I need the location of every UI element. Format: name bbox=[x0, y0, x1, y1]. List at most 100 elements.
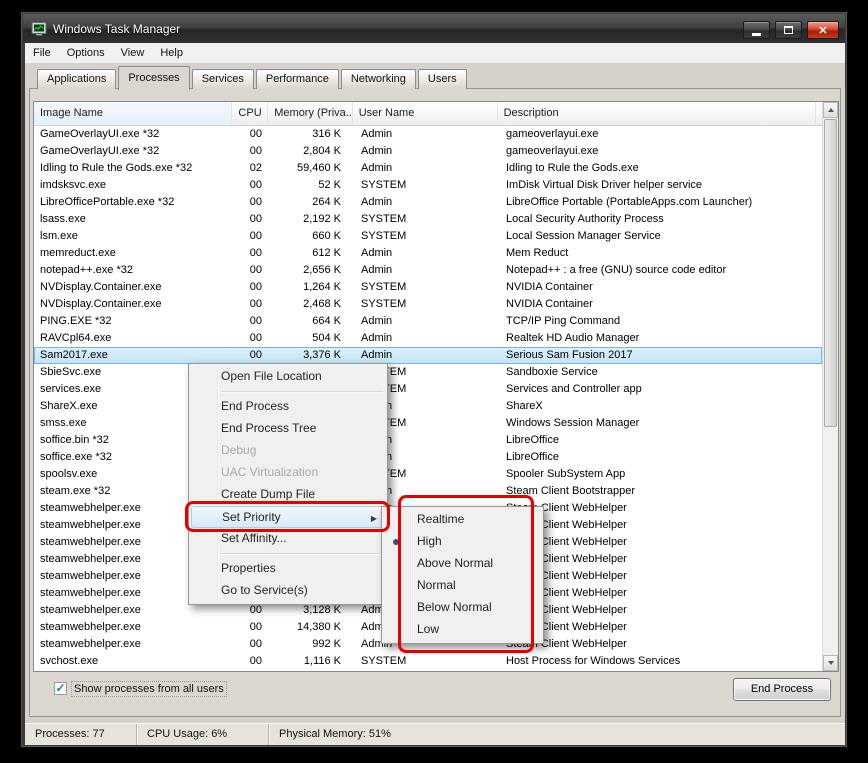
cell-user: Admin bbox=[361, 264, 393, 276]
task-manager-window: Windows Task Manager ✕ File Options View He… bbox=[20, 11, 848, 748]
cell-description: Steam Client WebHelper bbox=[506, 638, 627, 650]
priority-option-high[interactable]: High bbox=[384, 531, 541, 553]
cell-description: LibreOffice Portable (PortableApps.com L… bbox=[506, 196, 753, 208]
column-header-user-name[interactable]: User Name bbox=[353, 102, 498, 125]
cell-description: ShareX bbox=[506, 400, 543, 412]
table-row[interactable]: spoolsv.exeSYSTEMSpooler SubSystem App bbox=[34, 466, 822, 483]
cell-description: Steam Client WebHelper bbox=[506, 519, 627, 531]
tab-users[interactable]: Users bbox=[417, 69, 467, 89]
table-row[interactable]: GameOverlayUI.exe *32 00 2,804 K Admin gameo… bbox=[34, 143, 822, 160]
table-row[interactable]: notepad++.exe *32 00 2,656 K Admin Notepad++… bbox=[34, 262, 822, 279]
table-row[interactable]: NVDisplay.Container.exe 00 2,468 K SYSTEM NV… bbox=[34, 296, 822, 313]
table-row[interactable]: smss.exeSYSTEMWindows Session Manager bbox=[34, 415, 822, 432]
cell-user: Admin bbox=[361, 145, 393, 157]
scroll-up-button[interactable] bbox=[823, 102, 838, 118]
close-button[interactable]: ✕ bbox=[807, 21, 839, 39]
submenu-arrow-icon: ▶ bbox=[370, 514, 377, 523]
cell-description: Local Security Authority Process bbox=[506, 213, 664, 225]
table-row[interactable]: memreduct.exe 00 612 K Admin Mem Reduct bbox=[34, 245, 822, 262]
scroll-thumb[interactable] bbox=[824, 119, 837, 427]
table-row[interactable]: svchost.exe 00 1,116 K SYSTEM Host Process f… bbox=[34, 653, 822, 670]
title-bar[interactable]: Windows Task Manager bbox=[23, 14, 845, 43]
table-row[interactable]: Idling to Rule the Gods.exe *32 02 59,460 … bbox=[34, 160, 822, 177]
cell-description: gameoverlayui.exe bbox=[506, 145, 599, 157]
table-row[interactable]: soffice.bin *32AdminLibreOffice bbox=[34, 432, 822, 449]
column-header-image-name[interactable]: Image Name bbox=[34, 102, 233, 125]
cell-image: RAVCpl64.exe bbox=[40, 332, 112, 344]
cell-description: TCP/IP Ping Command bbox=[506, 315, 621, 327]
table-row[interactable]: Sam2017.exe 00 3,376 K Admin Serious Sam Fus… bbox=[34, 347, 822, 364]
cell-cpu: 00 bbox=[249, 281, 262, 293]
context-menu-item-end-process[interactable]: End Process bbox=[191, 396, 385, 418]
cell-description: Realtek HD Audio Manager bbox=[506, 332, 640, 344]
context-menu-item-set-affinity[interactable]: Set Affinity... bbox=[191, 528, 385, 550]
table-row[interactable]: lsass.exe 00 2,192 K SYSTEM Local Security A… bbox=[34, 211, 822, 228]
menu-options[interactable]: Options bbox=[59, 43, 113, 63]
context-menu-item-properties[interactable]: Properties bbox=[191, 558, 385, 580]
cell-memory: 2,192 K bbox=[303, 213, 341, 225]
cell-image: memreduct.exe bbox=[40, 247, 116, 259]
minimize-button[interactable] bbox=[743, 21, 770, 39]
cell-description: NVIDIA Container bbox=[506, 298, 593, 310]
tab-networking[interactable]: Networking bbox=[340, 69, 416, 89]
cell-memory: 664 K bbox=[312, 315, 341, 327]
close-icon: ✕ bbox=[818, 24, 828, 37]
priority-option-low[interactable]: Low bbox=[384, 619, 541, 641]
priority-option-below-normal[interactable]: Below Normal bbox=[384, 597, 541, 619]
column-header-cpu[interactable]: CPU bbox=[232, 102, 269, 125]
table-row[interactable]: PING.EXE *32 00 664 K Admin TCP/IP Ping Comm… bbox=[34, 313, 822, 330]
cell-memory: 2,468 K bbox=[303, 298, 341, 310]
table-row[interactable]: LibreOfficePortable.exe *32 00 264 K Admin L… bbox=[34, 194, 822, 211]
cell-cpu: 00 bbox=[249, 145, 262, 157]
cell-memory: 660 K bbox=[312, 230, 341, 242]
context-menu-item-set-priority[interactable]: Set Priority ▶ bbox=[191, 506, 385, 528]
window-controls: ✕ bbox=[738, 21, 839, 39]
cell-description: Mem Reduct bbox=[506, 247, 569, 259]
menu-bar: File Options View Help bbox=[25, 43, 845, 64]
table-row[interactable]: NVDisplay.Container.exe 00 1,264 K SYSTEM NV… bbox=[34, 279, 822, 296]
table-row[interactable]: lsm.exe 00 660 K SYSTEM Local Session Manage… bbox=[34, 228, 822, 245]
tab-performance[interactable]: Performance bbox=[255, 69, 339, 89]
table-row[interactable]: services.exeSYSTEMServices and Controlle… bbox=[34, 381, 822, 398]
cell-cpu: 00 bbox=[249, 230, 262, 242]
cell-memory: 1,264 K bbox=[303, 281, 341, 293]
priority-option-normal[interactable]: Normal bbox=[384, 575, 541, 597]
scroll-down-button[interactable] bbox=[823, 655, 838, 671]
context-menu-item-end-process-tree[interactable]: End Process Tree bbox=[191, 418, 385, 440]
tab-processes[interactable]: Processes bbox=[118, 66, 190, 90]
column-header-description[interactable]: Description bbox=[498, 102, 816, 125]
priority-option-realtime[interactable]: Realtime bbox=[384, 509, 541, 531]
cell-cpu: 00 bbox=[249, 621, 262, 633]
tab-applications[interactable]: Applications bbox=[37, 69, 117, 89]
cell-user: SYSTEM bbox=[361, 298, 407, 310]
arrow-up-icon bbox=[827, 108, 834, 112]
cell-user: Admin bbox=[361, 332, 393, 344]
cell-description: Sandboxie Service bbox=[506, 366, 598, 378]
table-row[interactable]: soffice.exe *32AdminLibreOffice bbox=[34, 449, 822, 466]
end-process-button[interactable]: End Process bbox=[733, 678, 831, 701]
show-all-users-checkbox[interactable]: ✓ bbox=[54, 682, 67, 695]
tab-services[interactable]: Services bbox=[191, 69, 254, 89]
table-row[interactable]: imdsksvc.exe 00 52 K SYSTEM ImDisk Virtual D… bbox=[34, 177, 822, 194]
table-row[interactable]: ShareX.exeAdminShareX bbox=[34, 398, 822, 415]
priority-option-above-normal[interactable]: Above Normal bbox=[384, 553, 541, 575]
cell-description: LibreOffice bbox=[506, 451, 559, 463]
cell-cpu: 00 bbox=[249, 655, 262, 667]
menu-view[interactable]: View bbox=[113, 43, 153, 63]
table-row[interactable]: SbieSvc.exeSYSTEMSandboxie Service bbox=[34, 364, 822, 381]
menu-file[interactable]: File bbox=[25, 43, 59, 63]
menu-help[interactable]: Help bbox=[152, 43, 191, 63]
cell-user: Admin bbox=[361, 196, 393, 208]
context-menu-item-go-to-service-s[interactable]: Go to Service(s) bbox=[191, 580, 385, 602]
table-row[interactable]: GameOverlayUI.exe *32 00 316 K Admin gameove… bbox=[34, 126, 822, 143]
context-menu-item-create-dump-file[interactable]: Create Dump File bbox=[191, 484, 385, 506]
maximize-button[interactable] bbox=[775, 21, 802, 39]
vertical-scrollbar[interactable] bbox=[822, 102, 838, 671]
cell-cpu: 00 bbox=[249, 349, 262, 361]
cell-memory: 14,380 K bbox=[296, 621, 341, 633]
cell-user: Admin bbox=[361, 349, 393, 361]
column-header-memory-priva[interactable]: Memory (Priva... bbox=[268, 102, 353, 125]
table-row[interactable]: RAVCpl64.exe 00 504 K Admin Realtek HD Audio… bbox=[34, 330, 822, 347]
context-menu-item-open-file-location[interactable]: Open File Location bbox=[191, 366, 385, 388]
table-row[interactable]: steam.exe *32AdminSteam Client Bootstrap… bbox=[34, 483, 822, 500]
